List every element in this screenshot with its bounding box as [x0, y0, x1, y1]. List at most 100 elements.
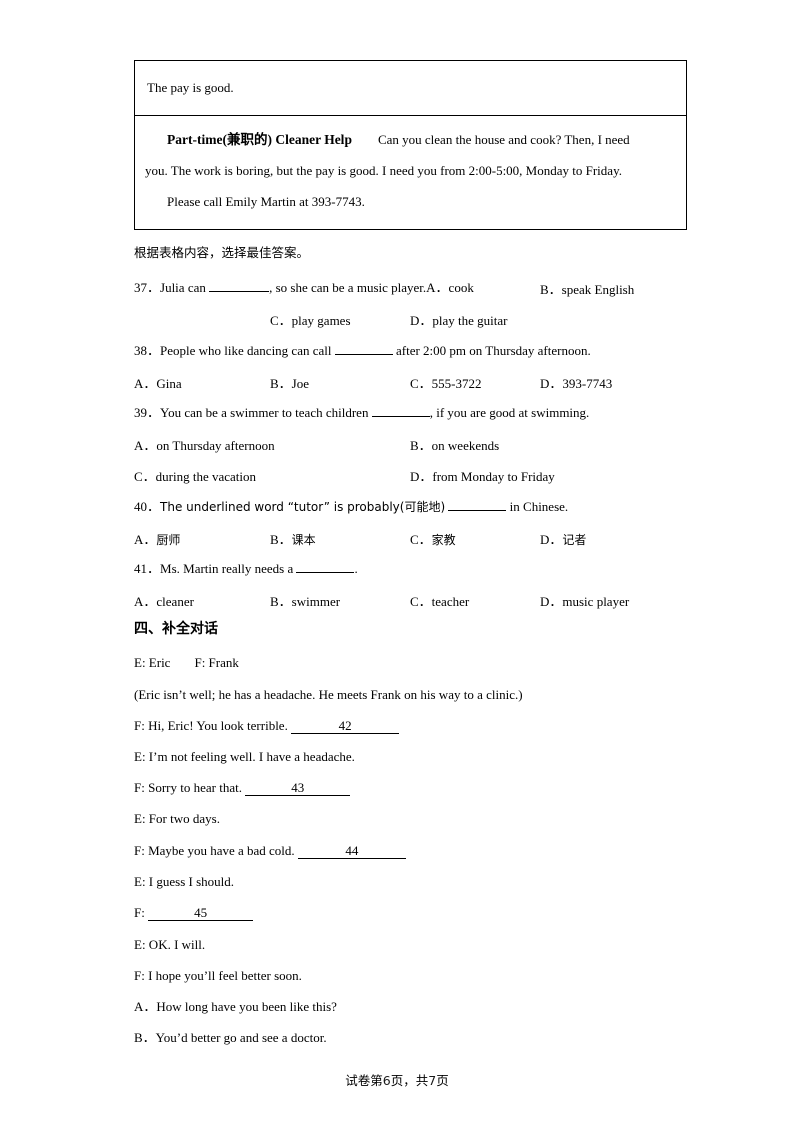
dialogue-choice-b-label: You’d better go and see a doctor.: [155, 1030, 327, 1045]
advertisement-table: The pay is good. Part-time(兼职的) Cleaner …: [134, 60, 687, 230]
dialogue-choice-a[interactable]: A．How long have you been like this?: [134, 998, 337, 1016]
q39-opt-d-label: from Monday to Friday: [432, 469, 555, 484]
q37-opt-b-marker: B．: [540, 282, 562, 297]
q37-number: 37．: [134, 280, 161, 295]
q41-stem-before: Ms. Martin really needs a: [160, 561, 294, 576]
exam-page: The pay is good. Part-time(兼职的) Cleaner …: [0, 0, 794, 1123]
q41-option-a[interactable]: A．cleaner: [134, 591, 194, 610]
q41-option-d[interactable]: D．music player: [540, 591, 629, 610]
dialogue-line-6: E: I guess I should.: [134, 874, 235, 889]
question-41-stem: 41．Ms. Martin really needs a .: [134, 560, 358, 578]
q38-option-c[interactable]: C．555-3722: [410, 373, 482, 392]
question-40-stem: 40．The underlined word “tutor” is probab…: [134, 498, 568, 516]
q38-opt-a-marker: A．: [134, 376, 157, 391]
footer-prefix: 试卷第: [345, 1073, 383, 1088]
table-row-ad: Part-time(兼职的) Cleaner Help Can you clean…: [135, 116, 686, 229]
dialogue-line-2: E: I’m not feeling well. I have a headac…: [134, 749, 355, 764]
q38-number: 38．: [134, 343, 161, 358]
q39-option-a[interactable]: A．on Thursday afternoon: [134, 435, 275, 454]
q39-blank: [371, 404, 430, 417]
q37-opt-c-label: play games: [291, 313, 351, 328]
dialogue-blank-42[interactable]: 42: [291, 718, 400, 734]
q40-stem-after: in Chinese.: [509, 499, 569, 514]
q38-option-d[interactable]: D．393-7743: [540, 373, 612, 392]
dialogue-line-9: F: I hope you’ll feel better soon.: [134, 968, 302, 983]
q41-option-b[interactable]: B．swimmer: [270, 591, 340, 610]
dialogue-line-1: F: Hi, Eric! You look terrible. 42: [134, 717, 400, 735]
q37-opt-a[interactable]: cook: [449, 280, 474, 295]
dialogue-choice-b-marker: B．: [134, 1030, 156, 1045]
q40-option-a[interactable]: A．厨师: [134, 529, 180, 548]
q39-option-c[interactable]: C．during the vacation: [134, 466, 256, 485]
q41-option-c[interactable]: C．teacher: [410, 591, 469, 610]
q39-number: 39．: [134, 405, 161, 420]
question-37-stem: 37．Julia can , so she can be a music pla…: [134, 279, 474, 297]
dialogue-text-5: F: Maybe you have a bad cold.: [134, 843, 295, 858]
q40-option-b[interactable]: B．课本: [270, 529, 316, 548]
ad-heading: Part-time(兼职的) Cleaner Help: [167, 132, 352, 147]
dialogue-text-3: F: Sorry to hear that.: [134, 780, 242, 795]
dialogue-text-7: F:: [134, 905, 145, 920]
dialogue-blank-44[interactable]: 44: [297, 843, 406, 859]
q39-opt-d-marker: D．: [410, 469, 433, 484]
dialogue-blank-43[interactable]: 43: [245, 780, 351, 796]
q41-opt-c-marker: C．: [410, 594, 432, 609]
ad-line2: you. The work is boring, but the pay is …: [145, 163, 622, 178]
q37-option-d[interactable]: D．play the guitar: [410, 310, 507, 329]
q39-option-b[interactable]: B．on weekends: [410, 435, 499, 454]
q38-opt-d-label: 393-7743: [562, 376, 613, 391]
q38-opt-a-label: Gina: [156, 376, 182, 391]
q37-stem-before: Julia can: [160, 280, 206, 295]
q38-option-a[interactable]: A．Gina: [134, 373, 182, 392]
section-four-heading: 四、补全对话: [134, 621, 218, 637]
q40-opt-c-marker: C．: [410, 532, 432, 547]
q37-option-c[interactable]: C．play games: [270, 310, 351, 329]
dialogue-line-4: E: For two days.: [134, 811, 220, 826]
ad-line3-wrap: Please call Emily Martin at 393-7743.: [145, 186, 676, 217]
q38-opt-c-label: 555-3722: [431, 376, 482, 391]
q39-stem-before: You can be a swimmer to teach children: [160, 405, 369, 420]
instruction-text: 根据表格内容，选择最佳答案。: [134, 245, 310, 260]
dialogue-text-1: F: Hi, Eric! You look terrible.: [134, 718, 288, 733]
speaker-legend: E: Eric F: Frank: [134, 654, 239, 672]
footer-total-pages: 7: [428, 1073, 437, 1088]
q39-opt-c-label: during the vacation: [155, 469, 257, 484]
q37-opt-d-label: play the guitar: [432, 313, 508, 328]
q41-stem-after: .: [354, 561, 358, 576]
q40-opt-a-marker: A．: [134, 532, 157, 547]
q40-number: 40．: [134, 499, 161, 514]
q37-opt-b-label: speak English: [561, 282, 635, 297]
q39-opt-c-marker: C．: [134, 469, 156, 484]
q39-opt-a-label: on Thursday afternoon: [156, 438, 275, 453]
question-38-stem: 38．People who like dancing can call afte…: [134, 342, 591, 360]
dialogue-line-8: E: OK. I will.: [134, 937, 206, 952]
q39-opt-b-label: on weekends: [431, 438, 500, 453]
dialogue-choice-b[interactable]: B．You’d better go and see a doctor.: [134, 1029, 327, 1047]
q37-opt-c-marker: C．: [270, 313, 292, 328]
q39-option-d[interactable]: D．from Monday to Friday: [410, 466, 555, 485]
dialogue-line-7: F: 45: [134, 904, 254, 922]
q38-opt-b-marker: B．: [270, 376, 292, 391]
footer-current-page: 6: [382, 1073, 391, 1088]
q38-option-b[interactable]: B．Joe: [270, 373, 309, 392]
q39-stem-after: , if you are good at swimming.: [429, 405, 590, 420]
q38-blank: [334, 342, 393, 355]
q37-opt-d-marker: D．: [410, 313, 433, 328]
q40-opt-d-marker: D．: [540, 532, 563, 547]
q37-option-b[interactable]: B．speak English: [540, 279, 634, 298]
dialogue-line-3: F: Sorry to hear that. 43: [134, 779, 351, 797]
speaker-f: F: Frank: [194, 655, 239, 670]
ad-line3: Please call Emily Martin at 393-7743.: [167, 194, 365, 209]
q40-option-c[interactable]: C．家教: [410, 529, 456, 548]
q40-option-d[interactable]: D．记者: [540, 529, 586, 548]
q41-number: 41．: [134, 561, 161, 576]
stage-direction: (Eric isn’t well; he has a headache. He …: [134, 687, 523, 702]
dialogue-blank-45[interactable]: 45: [148, 905, 254, 921]
footer-mid: 页，共: [390, 1073, 429, 1088]
q41-opt-a-label: cleaner: [156, 594, 194, 609]
speaker-e: E: Eric: [134, 655, 171, 670]
question-39-stem: 39．You can be a swimmer to teach childre…: [134, 404, 589, 422]
q41-opt-c-label: teacher: [431, 594, 470, 609]
q41-blank: [296, 560, 355, 573]
q41-opt-d-label: music player: [562, 594, 630, 609]
